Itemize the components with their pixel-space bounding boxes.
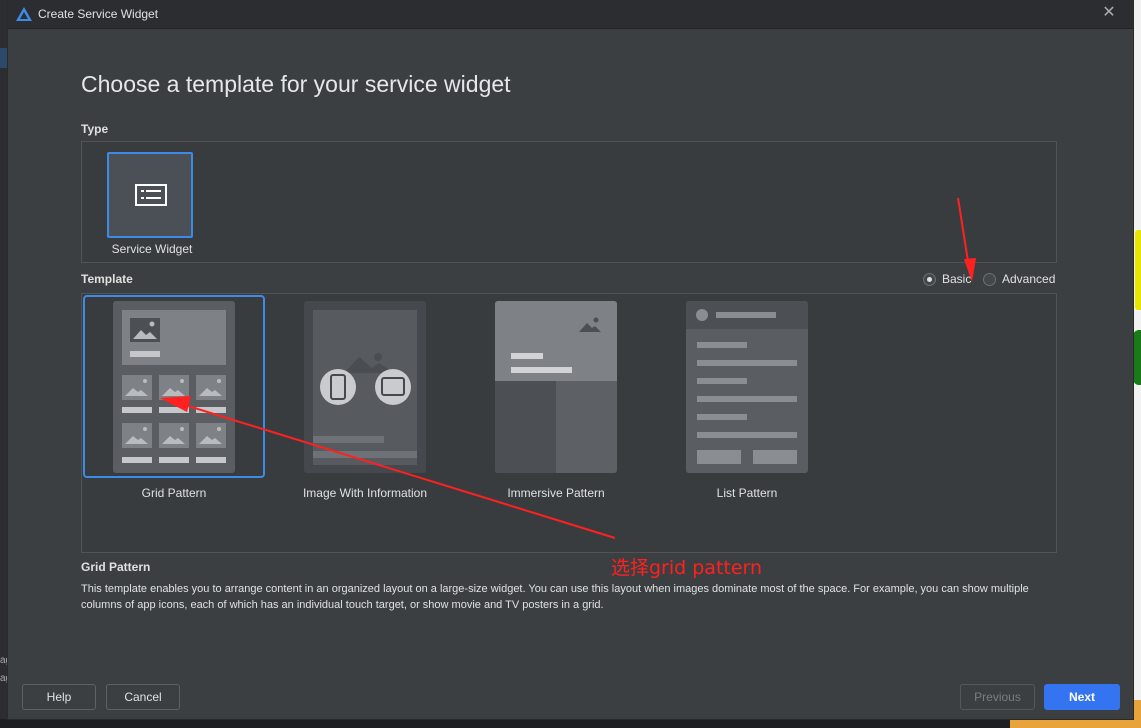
background-left-text: ag xyxy=(0,673,8,684)
cancel-button[interactable]: Cancel xyxy=(106,684,180,710)
immersive-pattern-preview xyxy=(495,301,617,473)
grid-pattern-preview xyxy=(113,301,235,473)
radio-dot-icon xyxy=(983,272,996,286)
template-grid-pattern[interactable] xyxy=(113,301,235,473)
phone-icon xyxy=(320,369,356,405)
radio-dot-icon xyxy=(923,272,936,286)
radio-advanced[interactable]: Advanced xyxy=(983,271,1055,287)
close-button[interactable]: ✕ xyxy=(1100,4,1118,22)
background-yellow-shape xyxy=(1135,230,1141,310)
background-left-edge xyxy=(0,0,8,728)
background-bottom xyxy=(0,719,1141,728)
list-card-icon xyxy=(135,184,167,206)
background-left-marker xyxy=(0,48,8,68)
help-button[interactable]: Help xyxy=(22,684,96,710)
close-icon: ✕ xyxy=(1102,4,1116,21)
window-title: Create Service Widget xyxy=(38,7,159,21)
background-green-shape xyxy=(1133,330,1141,385)
template-list-pattern-label: List Pattern xyxy=(716,486,778,500)
next-button[interactable]: Next xyxy=(1044,684,1120,710)
type-list: Service Widget xyxy=(81,141,1057,263)
description-title: Grid Pattern xyxy=(81,560,151,574)
tablet-icon xyxy=(375,369,411,405)
title-bar: Create Service Widget ✕ xyxy=(8,0,1133,29)
previous-button[interactable]: Previous xyxy=(960,684,1035,710)
image-with-information-preview xyxy=(304,301,426,473)
type-item-label: Service Widget xyxy=(111,242,193,256)
page-title: Choose a template for your service widge… xyxy=(81,71,511,97)
template-image-with-information[interactable] xyxy=(304,301,426,473)
template-immersive-pattern-label: Immersive Pattern xyxy=(507,486,605,500)
create-service-widget-dialog: Create Service Widget ✕ Choose a templat… xyxy=(8,0,1133,719)
type-section-label: Type xyxy=(81,122,109,136)
template-section-label: Template xyxy=(81,272,133,286)
radio-basic-label: Basic xyxy=(942,272,972,286)
image-icon xyxy=(130,318,160,342)
template-list: Grid Pattern Image With Information Imme… xyxy=(81,293,1057,553)
type-item-service-widget[interactable] xyxy=(107,152,193,238)
annotation-text: 选择grid pattern xyxy=(611,557,763,579)
template-list-pattern[interactable] xyxy=(686,301,808,473)
list-pattern-preview xyxy=(686,301,808,473)
template-immersive-pattern[interactable] xyxy=(495,301,617,473)
description-text: This template enables you to arrange con… xyxy=(81,583,1029,611)
template-image-with-information-label: Image With Information xyxy=(302,486,428,500)
template-grid-pattern-label: Grid Pattern xyxy=(141,486,207,500)
background-left-text: ag xyxy=(0,655,8,666)
app-logo-icon xyxy=(16,7,32,21)
radio-basic[interactable]: Basic xyxy=(923,271,971,287)
radio-advanced-label: Advanced xyxy=(1002,272,1056,286)
